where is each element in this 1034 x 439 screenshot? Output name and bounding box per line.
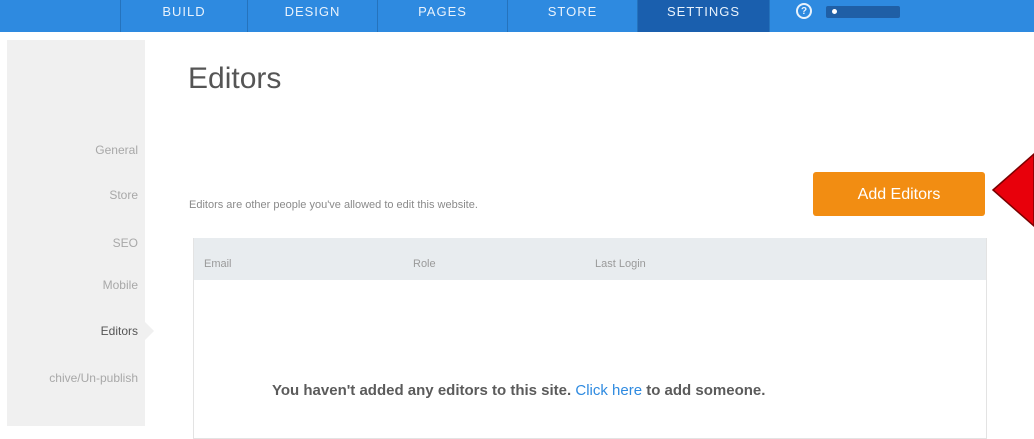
sidebar-item-editors[interactable]: Editors [101, 324, 138, 338]
column-header-email[interactable]: Email [204, 258, 232, 270]
table-header: Email Role Last Login [194, 238, 986, 280]
sidebar-item-archive-unpublish[interactable]: chive/Un-publish [49, 371, 138, 385]
empty-state-message: You haven't added any editors to this si… [272, 382, 765, 399]
sidebar-item-general[interactable]: General [95, 143, 138, 157]
column-header-last-login[interactable]: Last Login [595, 258, 646, 270]
nav-tab-pages[interactable]: PAGES [378, 0, 508, 32]
nav-tab-settings[interactable]: SETTINGS [638, 0, 770, 32]
nav-tab-build[interactable]: BUILD [120, 0, 248, 32]
nav-tab-design[interactable]: DESIGN [248, 0, 378, 32]
user-menu[interactable] [826, 6, 900, 18]
empty-state-suffix: to add someone. [646, 382, 766, 399]
column-header-role[interactable]: Role [413, 258, 436, 270]
top-navigation-bar: BUILD DESIGN PAGES STORE SETTINGS ? [0, 0, 1034, 32]
add-editors-button[interactable]: Add Editors [813, 172, 985, 216]
sidebar-item-store[interactable]: Store [109, 188, 138, 202]
help-icon[interactable]: ? [796, 3, 812, 19]
empty-state-text: You haven't added any editors to this si… [272, 382, 572, 399]
active-item-pointer [145, 322, 154, 340]
add-editor-link[interactable]: Click here [575, 382, 642, 399]
sidebar-item-seo[interactable]: SEO [113, 236, 138, 250]
settings-sidebar: General Store SEO Mobile Editors chive/U… [7, 40, 145, 426]
page-title: Editors [188, 62, 282, 95]
sidebar-item-mobile[interactable]: Mobile [103, 278, 138, 292]
main-nav: BUILD DESIGN PAGES STORE SETTINGS [120, 0, 770, 32]
nav-tab-store[interactable]: STORE [508, 0, 638, 32]
user-status-dot [832, 9, 837, 14]
editors-description: Editors are other people you've allowed … [189, 199, 478, 211]
editors-table: Email Role Last Login You haven't added … [193, 238, 987, 439]
annotation-arrow-icon [991, 153, 1034, 227]
